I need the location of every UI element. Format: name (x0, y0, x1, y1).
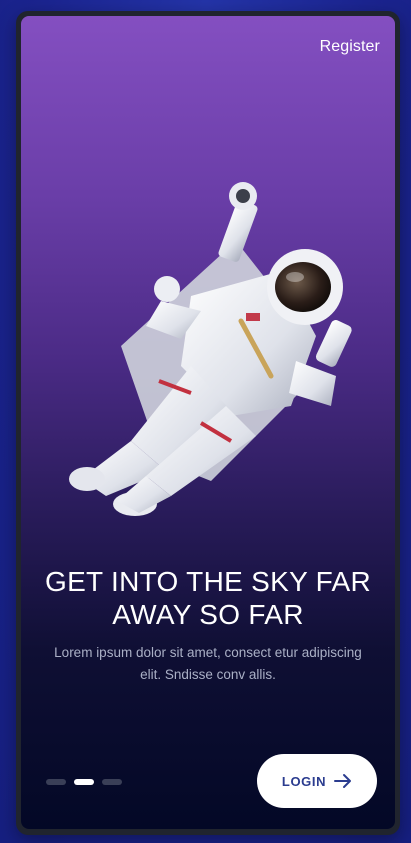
register-link[interactable]: Register (320, 38, 380, 56)
astronaut-illustration (69, 182, 352, 516)
arrow-right-icon (334, 774, 352, 788)
onboarding-description: Lorem ipsum dolor sit amet, consect etur… (54, 645, 362, 682)
onboarding-title: GET INTO THE SKY FAR AWAY SO FAR (44, 566, 372, 630)
page-indicator (46, 779, 122, 785)
page-dot[interactable] (46, 779, 66, 785)
onboarding-screen: Register GET INTO THE SKY FAR AWAY SO FA… (21, 16, 395, 829)
phone-frame: Register GET INTO THE SKY FAR AWAY SO FA… (16, 11, 400, 835)
login-button-label: LOGIN (281, 773, 327, 789)
page-dot[interactable] (102, 779, 122, 785)
page-dot-active[interactable] (74, 779, 94, 785)
login-button[interactable]: LOGIN (257, 754, 377, 808)
page-background: Register GET INTO THE SKY FAR AWAY SO FA… (0, 0, 411, 843)
